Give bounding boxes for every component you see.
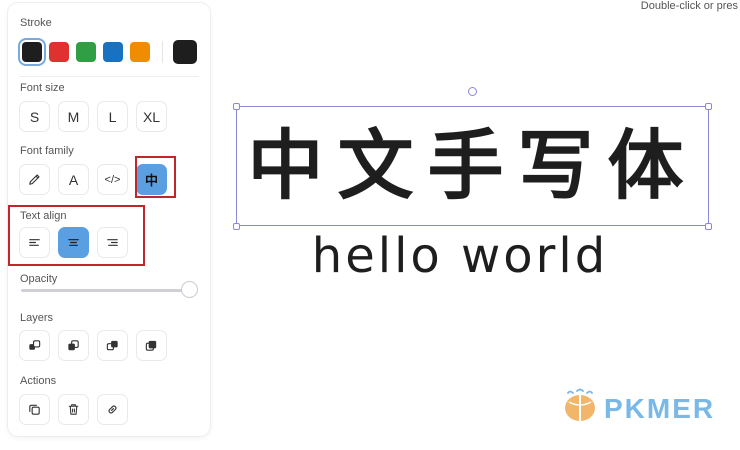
pkmer-watermark: PKMER: [604, 393, 716, 424]
canvas-text-chinese[interactable]: 中文手写体: [236, 114, 709, 218]
font-family-highlight: [135, 156, 176, 198]
resize-handle-nw[interactable]: [233, 103, 240, 110]
bring-to-front-button[interactable]: [136, 330, 167, 361]
section-divider: [19, 76, 199, 77]
resize-handle-sw[interactable]: [233, 223, 240, 230]
duplicate-icon: [29, 404, 40, 415]
link-button[interactable]: [97, 394, 128, 425]
send-backward-button[interactable]: [58, 330, 89, 361]
opacity-slider-thumb[interactable]: [181, 281, 198, 298]
layers-options: [19, 330, 167, 361]
duplicate-button[interactable]: [19, 394, 50, 425]
stroke-swatch-green[interactable]: [76, 42, 96, 62]
stroke-swatch-black[interactable]: [18, 38, 46, 66]
actions-options: [19, 394, 128, 425]
opacity-slider-track[interactable]: [21, 289, 191, 292]
link-icon: [108, 405, 117, 414]
font-size-l-button[interactable]: L: [97, 101, 128, 132]
font-size-options: S M L XL: [19, 101, 167, 132]
delete-button[interactable]: [58, 394, 89, 425]
stroke-label: Stroke: [20, 17, 52, 29]
font-size-xl-button[interactable]: XL: [136, 101, 167, 132]
send-to-back-button[interactable]: [19, 330, 50, 361]
custom-color-picker[interactable]: [173, 40, 197, 64]
canvas-hint: Double-click or pres: [640, 0, 738, 12]
delete-icon: [68, 404, 79, 415]
font-size-s-button[interactable]: S: [19, 101, 50, 132]
font-family-code-button[interactable]: </>: [97, 164, 128, 195]
pencil-icon: [29, 174, 40, 185]
resize-handle-ne[interactable]: [705, 103, 712, 110]
font-size-m-button[interactable]: M: [58, 101, 89, 132]
stroke-swatch-orange[interactable]: [130, 42, 150, 62]
canvas-text-english[interactable]: hello world: [300, 226, 620, 286]
stroke-swatch-red[interactable]: [49, 42, 69, 62]
font-family-label: Font family: [20, 145, 74, 157]
bring-to-front-icon: [145, 340, 157, 351]
font-family-normal-button[interactable]: A: [58, 164, 89, 195]
stroke-swatch-blue[interactable]: [103, 42, 123, 62]
font-size-label: Font size: [20, 82, 65, 94]
font-family-hand-drawn-button[interactable]: [19, 164, 50, 195]
layers-label: Layers: [20, 312, 54, 324]
pkmer-logo-icon: [565, 388, 595, 421]
bring-forward-icon: [106, 340, 118, 351]
rotation-handle[interactable]: [468, 87, 477, 96]
opacity-label: Opacity: [20, 273, 58, 285]
actions-label: Actions: [20, 375, 57, 387]
bring-forward-button[interactable]: [97, 330, 128, 361]
swatch-divider: [162, 41, 163, 63]
send-backward-icon: [68, 340, 79, 351]
resize-handle-se[interactable]: [705, 223, 712, 230]
send-to-back-icon: [29, 340, 41, 350]
text-align-highlight: [8, 205, 145, 266]
